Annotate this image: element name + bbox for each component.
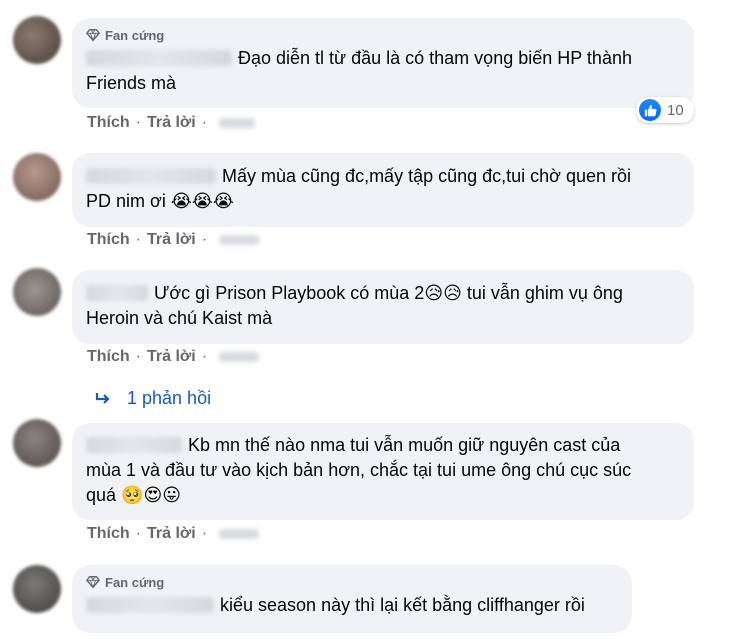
separator: · xyxy=(201,348,208,365)
timestamp[interactable] xyxy=(219,235,260,245)
separator: · xyxy=(201,231,208,248)
reply-link[interactable]: Trả lời xyxy=(147,114,196,132)
comment-text: Đạo diễn tl từ đầu là có tham vọng biến … xyxy=(86,48,632,93)
diamond-icon xyxy=(86,576,100,589)
like-link[interactable]: Thích xyxy=(87,231,130,249)
reply-arrow-icon xyxy=(95,392,110,404)
reply-link[interactable]: Trả lời xyxy=(147,525,196,543)
comment-actions: Thích · Trả lời · xyxy=(87,348,260,366)
comment-text: Kb mn thế nào nma tui vẫn muốn giữ nguyê… xyxy=(86,435,632,506)
author-name[interactable] xyxy=(86,437,182,453)
comment-actions: Thích · Trả lời · xyxy=(87,525,260,543)
comment-text: kiểu season này thì lại kết bằng cliffha… xyxy=(86,593,618,618)
separator: · xyxy=(135,114,141,131)
comment-bubble: Mấy mùa cũng đc,mấy tập cũng đc,tui chờ … xyxy=(72,153,694,227)
comment-actions: Thích · Trả lời · xyxy=(87,114,256,132)
like-link[interactable]: Thích xyxy=(87,348,130,366)
avatar[interactable] xyxy=(13,16,61,64)
timestamp[interactable] xyxy=(219,529,260,539)
author-name[interactable] xyxy=(86,597,214,613)
author-name[interactable] xyxy=(86,285,148,301)
avatar[interactable] xyxy=(13,153,61,201)
timestamp[interactable] xyxy=(219,352,260,362)
fan-badge: Fan cứng xyxy=(86,26,680,44)
crying-emoji-icons: 😭😭😭 xyxy=(170,191,234,212)
like-link[interactable]: Thích xyxy=(87,525,130,543)
comment-bubble: Fan cứng kiểu season này thì lại kết bằn… xyxy=(72,565,632,633)
emoji-icons: 🥺😍😛 xyxy=(121,485,182,506)
author-name[interactable] xyxy=(86,168,216,184)
comment-text: Mấy mùa cũng đc,mấy tập cũng đc,tui chờ … xyxy=(86,166,632,212)
avatar[interactable] xyxy=(13,268,61,316)
comment-actions: Thích · Trả lời · xyxy=(87,231,260,249)
like-reaction-icon xyxy=(639,99,661,121)
badge-label: Fan cứng xyxy=(105,27,165,43)
replies-count-label: 1 phản hồi xyxy=(127,388,212,408)
reply-link[interactable]: Trả lời xyxy=(147,348,196,366)
avatar[interactable] xyxy=(13,419,61,467)
comment-bubble: Kb mn thế nào nma tui vẫn muốn giữ nguyê… xyxy=(72,423,694,520)
author-name[interactable] xyxy=(86,50,232,66)
separator: · xyxy=(135,231,141,248)
comment-text: Ước gì Prison Playbook có mùa 2😥😥 tui vẫ… xyxy=(86,283,623,328)
separator: · xyxy=(135,348,141,365)
separator: · xyxy=(201,525,208,542)
avatar[interactable] xyxy=(13,565,61,613)
comment-bubble: Fan cứng Đạo diễn tl từ đầu là có tham v… xyxy=(72,18,694,108)
diamond-icon xyxy=(86,29,100,42)
reaction-number: 10 xyxy=(667,101,684,119)
badge-label: Fan cứng xyxy=(105,574,165,590)
view-replies-link[interactable]: 1 phản hồi xyxy=(95,388,211,409)
comment-bubble: Ước gì Prison Playbook có mùa 2😥😥 tui vẫ… xyxy=(72,270,694,344)
separator: · xyxy=(201,114,208,131)
timestamp[interactable] xyxy=(219,118,256,128)
fan-badge: Fan cứng xyxy=(86,573,618,591)
like-link[interactable]: Thích xyxy=(87,114,130,132)
separator: · xyxy=(135,525,141,542)
reaction-count[interactable]: 10 xyxy=(636,97,694,123)
sad-emoji-icons: 😥😥 xyxy=(424,283,462,304)
reply-link[interactable]: Trả lời xyxy=(147,231,196,249)
